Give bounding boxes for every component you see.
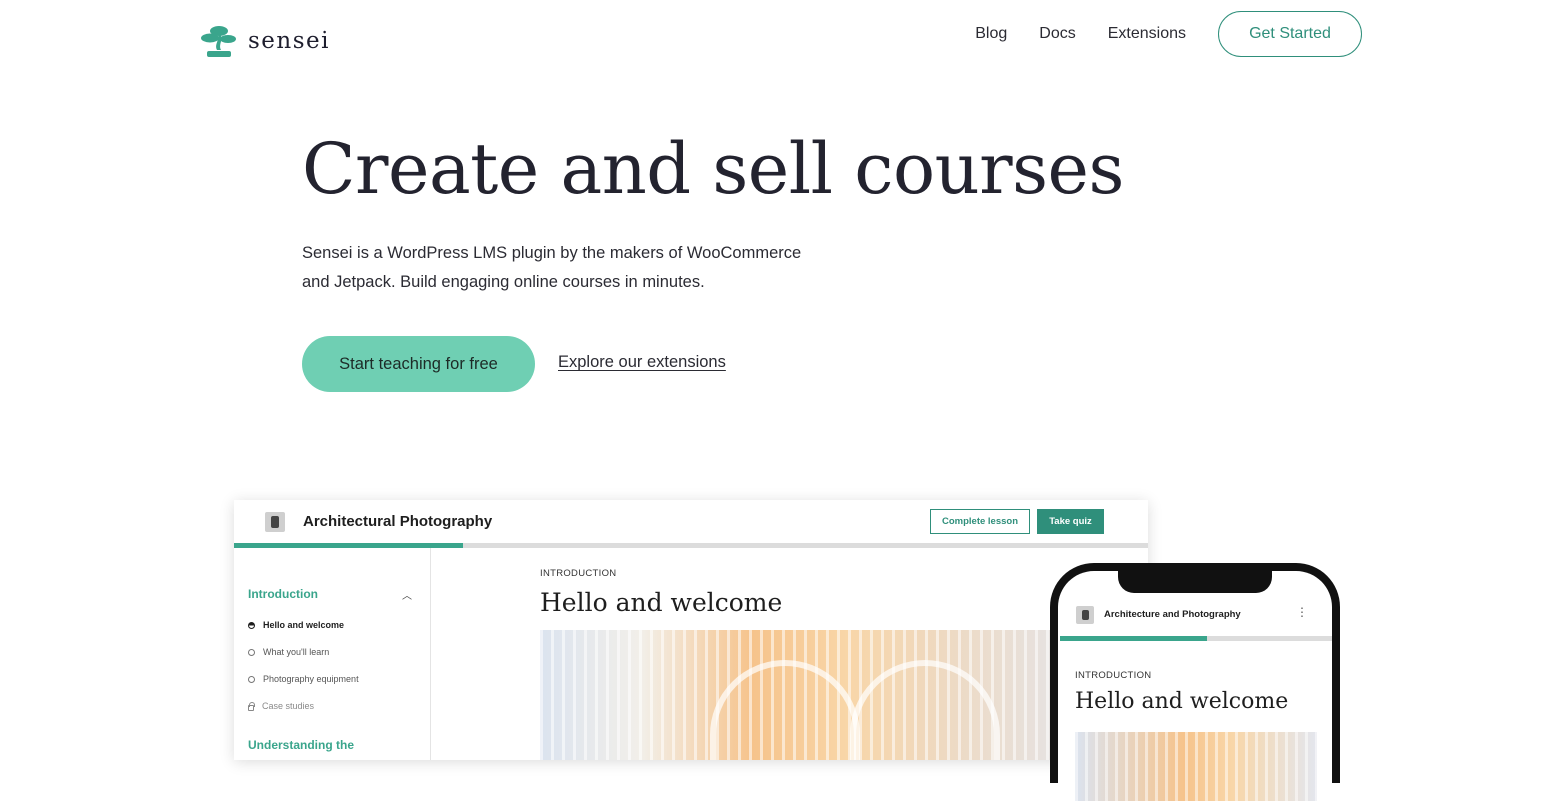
nav-docs[interactable]: Docs [1039,25,1075,43]
empty-circle-icon [248,675,255,683]
explore-extensions-link[interactable]: Explore our extensions [558,353,726,372]
lesson-sidebar: Introduction ︿ Hello and welcome What yo… [234,548,431,760]
course-header: Architectural Photography Complete lesso… [234,500,1148,543]
arch-shape [850,660,1000,760]
bonsai-tree-icon [201,26,236,57]
take-quiz-button[interactable]: Take quiz [1037,509,1104,534]
phone-course-title: Architecture and Photography [1104,609,1241,620]
camera-icon [1076,606,1094,624]
phone-progress-fill [1060,636,1207,641]
lesson-item[interactable]: Case studies [248,701,314,711]
get-started-button[interactable]: Get Started [1218,10,1362,57]
lesson-label: Photography equipment [263,674,359,684]
complete-lesson-button[interactable]: Complete lesson [930,509,1030,534]
lock-icon [248,701,255,711]
section-title-introduction[interactable]: Introduction [248,587,318,601]
camera-icon [265,512,285,532]
hero-title: Create and sell courses [302,128,1124,210]
section-title-next[interactable]: Understanding the [248,738,354,752]
lesson-label: What you'll learn [263,647,330,657]
nav-extensions[interactable]: Extensions [1108,25,1186,43]
phone-progress-bar [1060,636,1332,641]
start-teaching-button[interactable]: Start teaching for free [302,336,535,392]
phone-screen: Architecture and Photography ⋮ INTRODUCT… [1058,571,1332,801]
phone-lesson-title: Hello and welcome [1075,689,1289,714]
phone-mockup: Architecture and Photography ⋮ INTRODUCT… [1050,563,1340,801]
course-title: Architectural Photography [303,513,493,530]
phone-notch [1118,571,1272,593]
logo[interactable]: sensei [200,22,330,60]
desktop-course-mockup: Architectural Photography Complete lesso… [234,500,1148,760]
hero-subtitle-line-1: Sensei is a WordPress LMS plugin by the … [302,244,802,262]
nav-blog[interactable]: Blog [975,25,1007,43]
half-circle-icon [248,621,255,629]
lesson-item[interactable]: Hello and welcome [248,620,344,630]
chevron-up-icon[interactable]: ︿ [402,587,412,602]
cathedral-photo [540,630,1100,760]
phone-cathedral-photo [1075,732,1317,801]
brand-name: sensei [248,28,330,54]
more-options-icon[interactable]: ⋮ [1296,605,1308,619]
lesson-item[interactable]: What you'll learn [248,647,329,657]
empty-circle-icon [248,648,255,656]
phone-section-label: INTRODUCTION [1075,670,1152,681]
main-nav: Blog Docs Extensions Get Started [975,10,1362,57]
arch-shape [710,660,860,760]
hero-subtitle: Sensei is a WordPress LMS plugin by the … [302,239,822,297]
lesson-title: Hello and welcome [540,588,783,617]
lesson-label: Case studies [262,701,315,711]
content-section-label: INTRODUCTION [540,568,617,579]
lesson-item[interactable]: Photography equipment [248,674,359,684]
lesson-label: Hello and welcome [263,620,345,630]
hero-subtitle-line-2: and Jetpack. Build engaging online cours… [302,273,705,291]
